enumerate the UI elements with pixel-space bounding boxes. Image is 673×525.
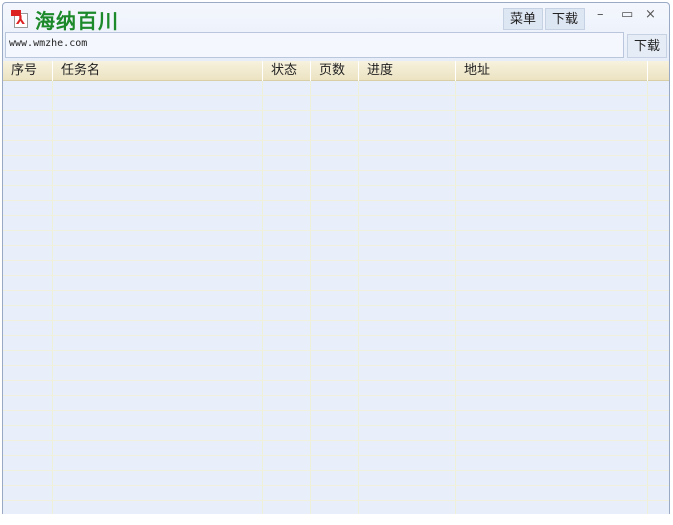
minimize-button[interactable]: – (597, 7, 604, 22)
table-header: 序号 任务名 状态 页数 进度 地址 (3, 61, 669, 81)
column-header-filler (648, 61, 669, 81)
column-header-index[interactable]: 序号 (3, 61, 53, 81)
column-index (3, 81, 53, 514)
column-header-task-name[interactable]: 任务名 (53, 61, 263, 81)
column-header-status[interactable]: 状态 (263, 61, 311, 81)
maximize-button[interactable]: ▭ (621, 7, 633, 22)
main-window: ⅄ 海纳百川 菜单 下载 – ▭ × www.wmzhe.com 下载 序号 任… (2, 2, 670, 514)
close-button[interactable]: × (645, 7, 656, 22)
pdf-icon: ⅄ (11, 9, 31, 29)
column-status (263, 81, 311, 514)
column-header-pages[interactable]: 页数 (311, 61, 359, 81)
column-header-address[interactable]: 地址 (456, 61, 648, 81)
column-pages (311, 81, 359, 514)
task-list[interactable] (3, 81, 669, 514)
download-button[interactable]: 下载 (627, 34, 667, 58)
app-title: 海纳百川 (35, 8, 119, 33)
column-task-name (53, 81, 263, 514)
title-bar: ⅄ 海纳百川 (11, 6, 119, 33)
download-menu-button[interactable]: 下载 (545, 8, 586, 30)
column-progress (359, 81, 456, 514)
url-input[interactable]: www.wmzhe.com (5, 32, 624, 58)
column-header-progress[interactable]: 进度 (359, 61, 456, 81)
menu-button[interactable]: 菜单 (503, 8, 544, 30)
column-address (456, 81, 648, 514)
